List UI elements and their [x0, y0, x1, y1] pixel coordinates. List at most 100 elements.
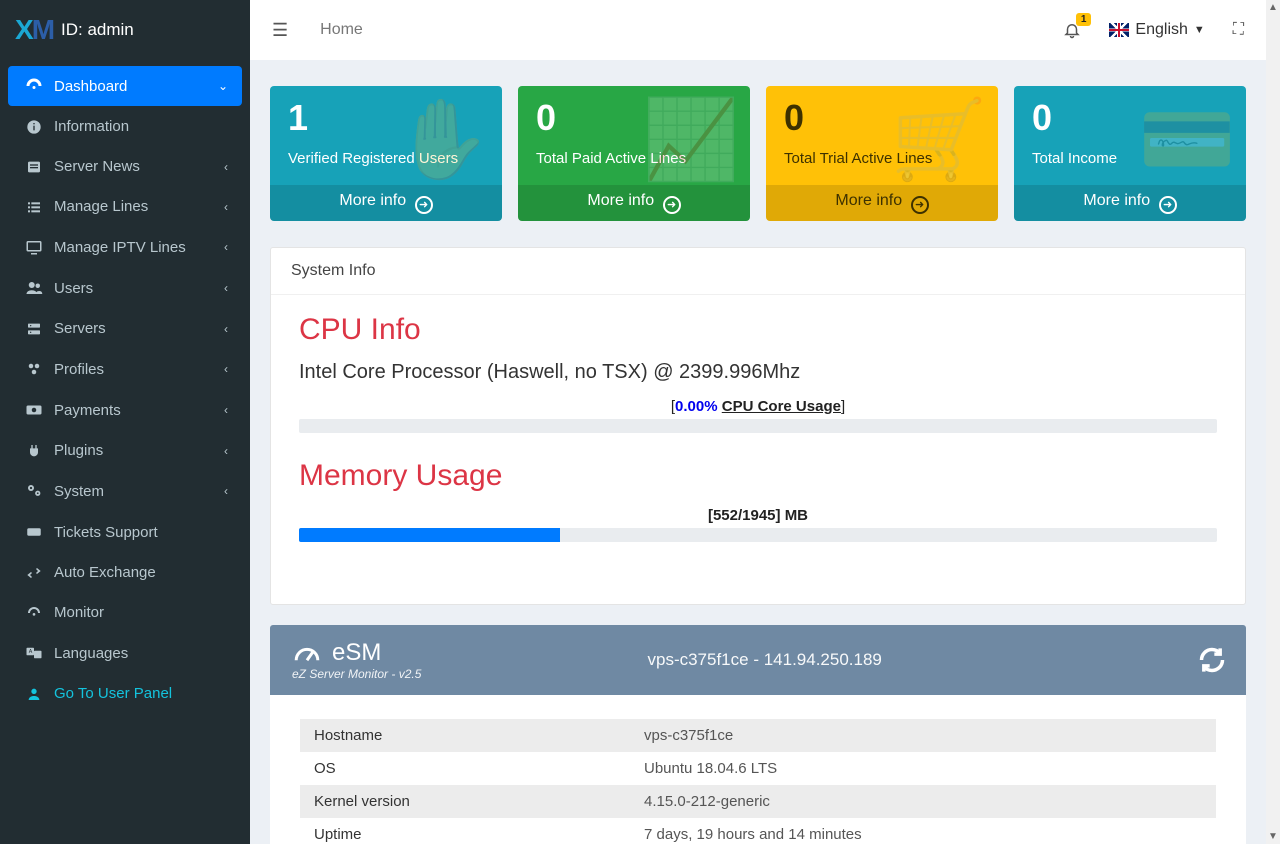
sidebar-item-tickets-support[interactable]: Tickets Support [8, 512, 242, 552]
scroll-down-icon[interactable]: ▼ [1268, 831, 1278, 842]
logo: XM [15, 14, 53, 46]
sidebar-item-label: Payments [54, 402, 121, 419]
fullscreen-icon[interactable]: ⛶ [1233, 21, 1244, 39]
stat-boxes: ✋ 1 Verified Registered Users More info … [270, 86, 1246, 221]
breadcrumb[interactable]: Home [320, 21, 363, 39]
system-info-card: System Info CPU Info Intel Core Processo… [270, 247, 1246, 605]
sidebar-item-label: Go To User Panel [54, 685, 172, 702]
reload-icon[interactable] [1198, 646, 1226, 674]
sidebar-item-payments[interactable]: Payments ‹ [8, 390, 242, 430]
chevron-left-icon: ‹ [224, 403, 228, 417]
table-row: Hostnamevps-c375f1ce [300, 719, 1216, 752]
sidebar-item-server-news[interactable]: Server News ‹ [8, 147, 242, 186]
sidebar-item-information[interactable]: Information [8, 107, 242, 146]
table-row: Kernel version4.15.0-212-generic [300, 785, 1216, 818]
language-icon: A [22, 644, 46, 662]
esm-title-text: eSM [332, 639, 381, 667]
lines-icon [22, 199, 46, 215]
card-icon: 💳 [1139, 94, 1236, 186]
exchange-icon [22, 565, 46, 581]
cpu-usage-label: [0.00% CPU Core Usage] [299, 398, 1217, 415]
esm-panel: eSM eZ Server Monitor - v2.5 vps-c375f1c… [270, 625, 1246, 844]
sidebar-item-label: Server News [54, 158, 140, 175]
chevron-down-icon: ⌄ [218, 79, 228, 93]
memory-usage-bar [299, 528, 1217, 542]
sidebar-header: XM ID: admin [0, 0, 250, 60]
sidebar-item-auto-exchange[interactable]: Auto Exchange [8, 553, 242, 592]
ticket-icon [22, 523, 46, 541]
sidebar-item-label: Auto Exchange [54, 564, 156, 581]
sidebar-item-label: Dashboard [54, 78, 127, 95]
scroll-up-icon[interactable]: ▲ [1268, 2, 1278, 13]
profiles-icon [22, 360, 46, 378]
sidebar-item-label: System [54, 483, 104, 500]
sidebar-item-users[interactable]: Users ‹ [8, 268, 242, 308]
sidebar-item-plugins[interactable]: Plugins ‹ [8, 431, 242, 470]
server-icon [22, 321, 46, 337]
chevron-left-icon: ‹ [224, 484, 228, 498]
memory-usage-title: Memory Usage [299, 459, 1217, 493]
sidebar-item-label: Profiles [54, 361, 104, 378]
svg-text:A: A [29, 649, 33, 655]
hamburger-icon[interactable]: ☰ [272, 20, 288, 41]
stat-more-info[interactable]: More info ➜ [270, 185, 502, 221]
news-icon [22, 159, 46, 175]
chevron-left-icon: ‹ [224, 160, 228, 174]
sidebar-item-system[interactable]: System ‹ [8, 471, 242, 511]
esm-header: eSM eZ Server Monitor - v2.5 vps-c375f1c… [270, 625, 1246, 695]
sidebar-item-label: Manage IPTV Lines [54, 239, 186, 256]
cart-icon: 🛒 [891, 94, 988, 186]
sidebar-item-label: Servers [54, 320, 106, 337]
memory-usage-label: [552/1945] MB [299, 507, 1217, 524]
esm-host-line: vps-c375f1ce - 141.94.250.189 [445, 650, 1224, 670]
sidebar-item-go-to-user-panel[interactable]: Go To User Panel [8, 674, 242, 713]
plug-icon [22, 443, 46, 459]
stat-trial-lines: 🛒 0 Total Trial Active Lines More info ➜ [766, 86, 998, 221]
chevron-left-icon: ‹ [224, 322, 228, 336]
sidebar-item-label: Information [54, 118, 129, 135]
sidebar-item-manage-iptv-lines[interactable]: Manage IPTV Lines ‹ [8, 227, 242, 267]
caret-down-icon: ▼ [1194, 24, 1205, 36]
card-title: System Info [271, 248, 1245, 295]
cogs-icon [22, 482, 46, 500]
sidebar-item-label: Languages [54, 645, 128, 662]
cpu-info-title: CPU Info [299, 313, 1217, 347]
sidebar-item-label: Users [54, 280, 93, 297]
language-selector[interactable]: English ▼ [1109, 21, 1204, 39]
sidebar-item-servers[interactable]: Servers ‹ [8, 309, 242, 348]
chevron-left-icon: ‹ [224, 281, 228, 295]
payments-icon [22, 401, 46, 419]
sidebar-item-manage-lines[interactable]: Manage Lines ‹ [8, 187, 242, 226]
stat-total-income: 💳 0 Total Income More info ➜ [1014, 86, 1246, 221]
hand-icon: ✋ [395, 94, 492, 186]
notification-badge: 1 [1076, 13, 1092, 26]
sidebar-item-label: Plugins [54, 442, 103, 459]
notifications-button[interactable]: 1 [1063, 21, 1081, 39]
sidebar: XM ID: admin Dashboard ⌄ Information Ser… [0, 0, 250, 844]
stat-verified-users: ✋ 1 Verified Registered Users More info … [270, 86, 502, 221]
topbar: ☰ Home 1 English ▼ ⛶ [250, 0, 1266, 60]
sidebar-item-dashboard[interactable]: Dashboard ⌄ [8, 66, 242, 106]
language-label: English [1135, 21, 1187, 39]
sidebar-item-label: Monitor [54, 604, 104, 621]
sidebar-item-profiles[interactable]: Profiles ‹ [8, 349, 242, 389]
user-id-label: ID: admin [61, 20, 134, 40]
chevron-left-icon: ‹ [224, 444, 228, 458]
sidebar-item-monitor[interactable]: Monitor [8, 593, 242, 632]
stat-more-info[interactable]: More info ➜ [518, 185, 750, 221]
chevron-left-icon: ‹ [224, 200, 228, 214]
chevron-left-icon: ‹ [224, 240, 228, 254]
scrollbar[interactable]: ▲ ▼ [1266, 0, 1280, 844]
cpu-usage-bar [299, 419, 1217, 433]
chevron-left-icon: ‹ [224, 362, 228, 376]
chart-icon: 📈 [643, 94, 740, 186]
gauge-icon [292, 641, 322, 665]
stat-more-info[interactable]: More info ➜ [1014, 185, 1246, 221]
table-row: OSUbuntu 18.04.6 LTS [300, 752, 1216, 785]
sidebar-item-languages[interactable]: A Languages [8, 633, 242, 673]
table-row: Uptime7 days, 19 hours and 14 minutes [300, 818, 1216, 844]
stat-more-info[interactable]: More info ➜ [766, 185, 998, 221]
tv-icon [22, 238, 46, 256]
sidebar-item-label: Tickets Support [54, 524, 158, 541]
user-icon [22, 686, 46, 702]
